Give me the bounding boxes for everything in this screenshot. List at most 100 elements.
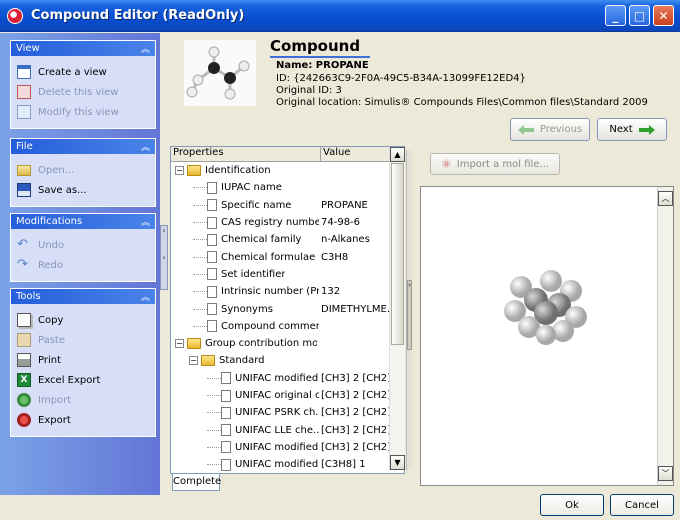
close-button[interactable]: ✕ (653, 5, 674, 26)
tree-property-row[interactable]: Compound comments (171, 318, 404, 335)
tree-folder-row[interactable]: − Group contribution model (171, 335, 404, 352)
property-name: UNIFAC modified ... (235, 372, 319, 384)
import-item[interactable]: Import (17, 390, 149, 410)
import-label: Import (38, 394, 72, 406)
document-icon (207, 268, 217, 281)
property-name: Chemical family (221, 234, 302, 246)
copy-item[interactable]: Copy (17, 310, 149, 330)
property-name: Standard (219, 355, 265, 367)
modifications-panel-header[interactable]: Modifications ︽ (11, 214, 155, 229)
compound-id: ID: {242663C9-2F0A-49C5-B34A-13099FE12ED… (276, 73, 526, 84)
tree-property-row[interactable]: UNIFAC modified ...[CH3] 2 [CH2] 1 (171, 439, 404, 456)
property-name: CAS registry number (221, 217, 319, 229)
splitter[interactable]: › (406, 150, 412, 470)
property-name: Compound comments (221, 320, 319, 332)
properties-column-header[interactable]: Properties (171, 147, 321, 161)
tree-property-row[interactable]: Set identifier (171, 266, 404, 283)
modify-view-item[interactable]: Modify this view (17, 102, 149, 122)
property-name: UNIFAC LLE che... (235, 424, 319, 436)
compound-name: Name: PROPANE (276, 60, 369, 71)
export-label: Export (38, 414, 71, 426)
splitter-knob[interactable]: › (407, 280, 412, 350)
next-button[interactable]: Next (597, 118, 667, 141)
title-underline (270, 56, 370, 58)
modify-view-icon (17, 105, 31, 119)
export-icon (17, 413, 31, 427)
delete-view-label: Delete this view (38, 86, 119, 98)
file-panel-header[interactable]: File ︽ (11, 139, 155, 154)
export-item[interactable]: Export (17, 410, 149, 430)
tree-property-row[interactable]: Chemical formulae C3H8 (171, 248, 404, 265)
excel-export-item[interactable]: X Excel Export (17, 370, 149, 390)
grid-rows: − Identification IUPAC name Specific name PR… (171, 162, 404, 473)
folder-icon (187, 165, 201, 177)
molecule-viewer[interactable]: ︿ ﹀ (420, 186, 674, 486)
tree-property-row[interactable]: IUPAC name (171, 179, 404, 196)
window-title: Compound Editor (ReadOnly) (31, 8, 245, 23)
import-icon (17, 393, 31, 407)
expand-toggle-icon[interactable]: − (189, 356, 198, 366)
tree-property-row[interactable]: UNIFAC original c...[CH3] 2 [CH2] 1 (171, 387, 404, 404)
document-icon (207, 216, 217, 229)
pane-collapse-tab[interactable]: ‹ ‹ (160, 225, 168, 290)
tree-property-row[interactable]: UNIFAC PSRK ch...[CH3] 2 [CH2] 1 (171, 404, 404, 421)
scroll-up-button[interactable]: ▲ (390, 147, 405, 162)
arrow-right-icon (638, 124, 655, 135)
print-item[interactable]: Print (17, 350, 149, 370)
document-icon (207, 303, 217, 316)
tree-folder-row[interactable]: − Standard (171, 352, 404, 369)
property-name: Identification (205, 165, 271, 177)
import-mol-button[interactable]: ⚛ Import a mol file... (430, 153, 560, 175)
document-icon (221, 424, 231, 437)
tree-folder-row[interactable]: − Identification (171, 162, 404, 179)
folder-icon (187, 338, 201, 350)
save-as-item[interactable]: Save as... (17, 180, 149, 200)
excel-icon: X (17, 373, 31, 387)
viewer-scrollbar[interactable]: ︿ ﹀ (657, 187, 673, 485)
tree-property-row[interactable]: Specific name PROPANE (171, 197, 404, 214)
print-label: Print (38, 354, 62, 366)
properties-grid[interactable]: Properties Value − Identification IUPAC na… (170, 146, 405, 474)
cancel-button[interactable]: Cancel (610, 494, 674, 516)
delete-view-item[interactable]: Delete this view (17, 82, 149, 102)
redo-label: Redo (38, 259, 64, 271)
tree-property-row[interactable]: UNIFAC LLE che...[CH3] 2 [CH2] 1 (171, 421, 404, 438)
undo-item[interactable]: ↶ Undo (17, 235, 149, 255)
viewer-scroll-up-button[interactable]: ︿ (658, 191, 673, 206)
redo-item[interactable]: ↷ Redo (17, 255, 149, 275)
maximize-button[interactable]: □ (629, 5, 650, 26)
scroll-down-button[interactable]: ▼ (390, 455, 405, 470)
value-column-header[interactable]: Value (321, 147, 389, 161)
create-view-item[interactable]: Create a view (17, 62, 149, 82)
property-name: Intrinsic number (Pro... (221, 286, 319, 298)
tools-panel-header[interactable]: Tools ︽ (11, 289, 155, 304)
ok-button[interactable]: Ok (540, 494, 604, 516)
expand-toggle-icon[interactable]: − (175, 339, 184, 349)
molecule-icon: ⚛ (440, 157, 452, 171)
property-name: Chemical formulae (221, 251, 316, 263)
collapse-chevron-icon: ︽ (140, 143, 150, 153)
document-icon (221, 372, 231, 385)
minimize-button[interactable]: _ (605, 5, 626, 26)
view-panel-header[interactable]: View ︽ (11, 41, 155, 56)
tree-property-row[interactable]: Synonyms DIMETHYLME... (171, 300, 404, 317)
viewer-scroll-down-button[interactable]: ﹀ (658, 466, 673, 481)
property-value: [CH3] 2 [CH2] 1 (321, 424, 389, 436)
tree-property-row[interactable]: Chemical family n-Alkanes (171, 231, 404, 248)
tree-property-row[interactable]: Intrinsic number (Pro...132 (171, 283, 404, 300)
paste-item[interactable]: Paste (17, 330, 149, 350)
open-item[interactable]: Open... (17, 160, 149, 180)
modifications-panel: Modifications ︽ ↶ Undo ↷ Redo (10, 213, 156, 282)
tab-complete[interactable]: Complete (172, 474, 221, 491)
expand-toggle-icon[interactable]: − (175, 166, 184, 176)
undo-label: Undo (38, 239, 65, 251)
property-value: n-Alkanes (321, 234, 370, 246)
tree-property-row[interactable]: CAS registry number 74-98-6 (171, 214, 404, 231)
tree-property-row[interactable]: UNIFAC modified ...[CH3] 2 [CH2] 1 (171, 370, 404, 387)
grid-scrollbar[interactable]: ▲ ▼ (389, 147, 405, 470)
property-name: UNIFAC modified ... (235, 441, 319, 453)
tools-panel: Tools ︽ Copy Paste Print X Excel Export (10, 288, 156, 437)
scroll-thumb[interactable] (391, 163, 404, 345)
tree-property-row[interactable]: UNIFAC modified ...[C3H8] 1 (171, 456, 404, 473)
previous-button[interactable]: Previous (510, 118, 590, 141)
